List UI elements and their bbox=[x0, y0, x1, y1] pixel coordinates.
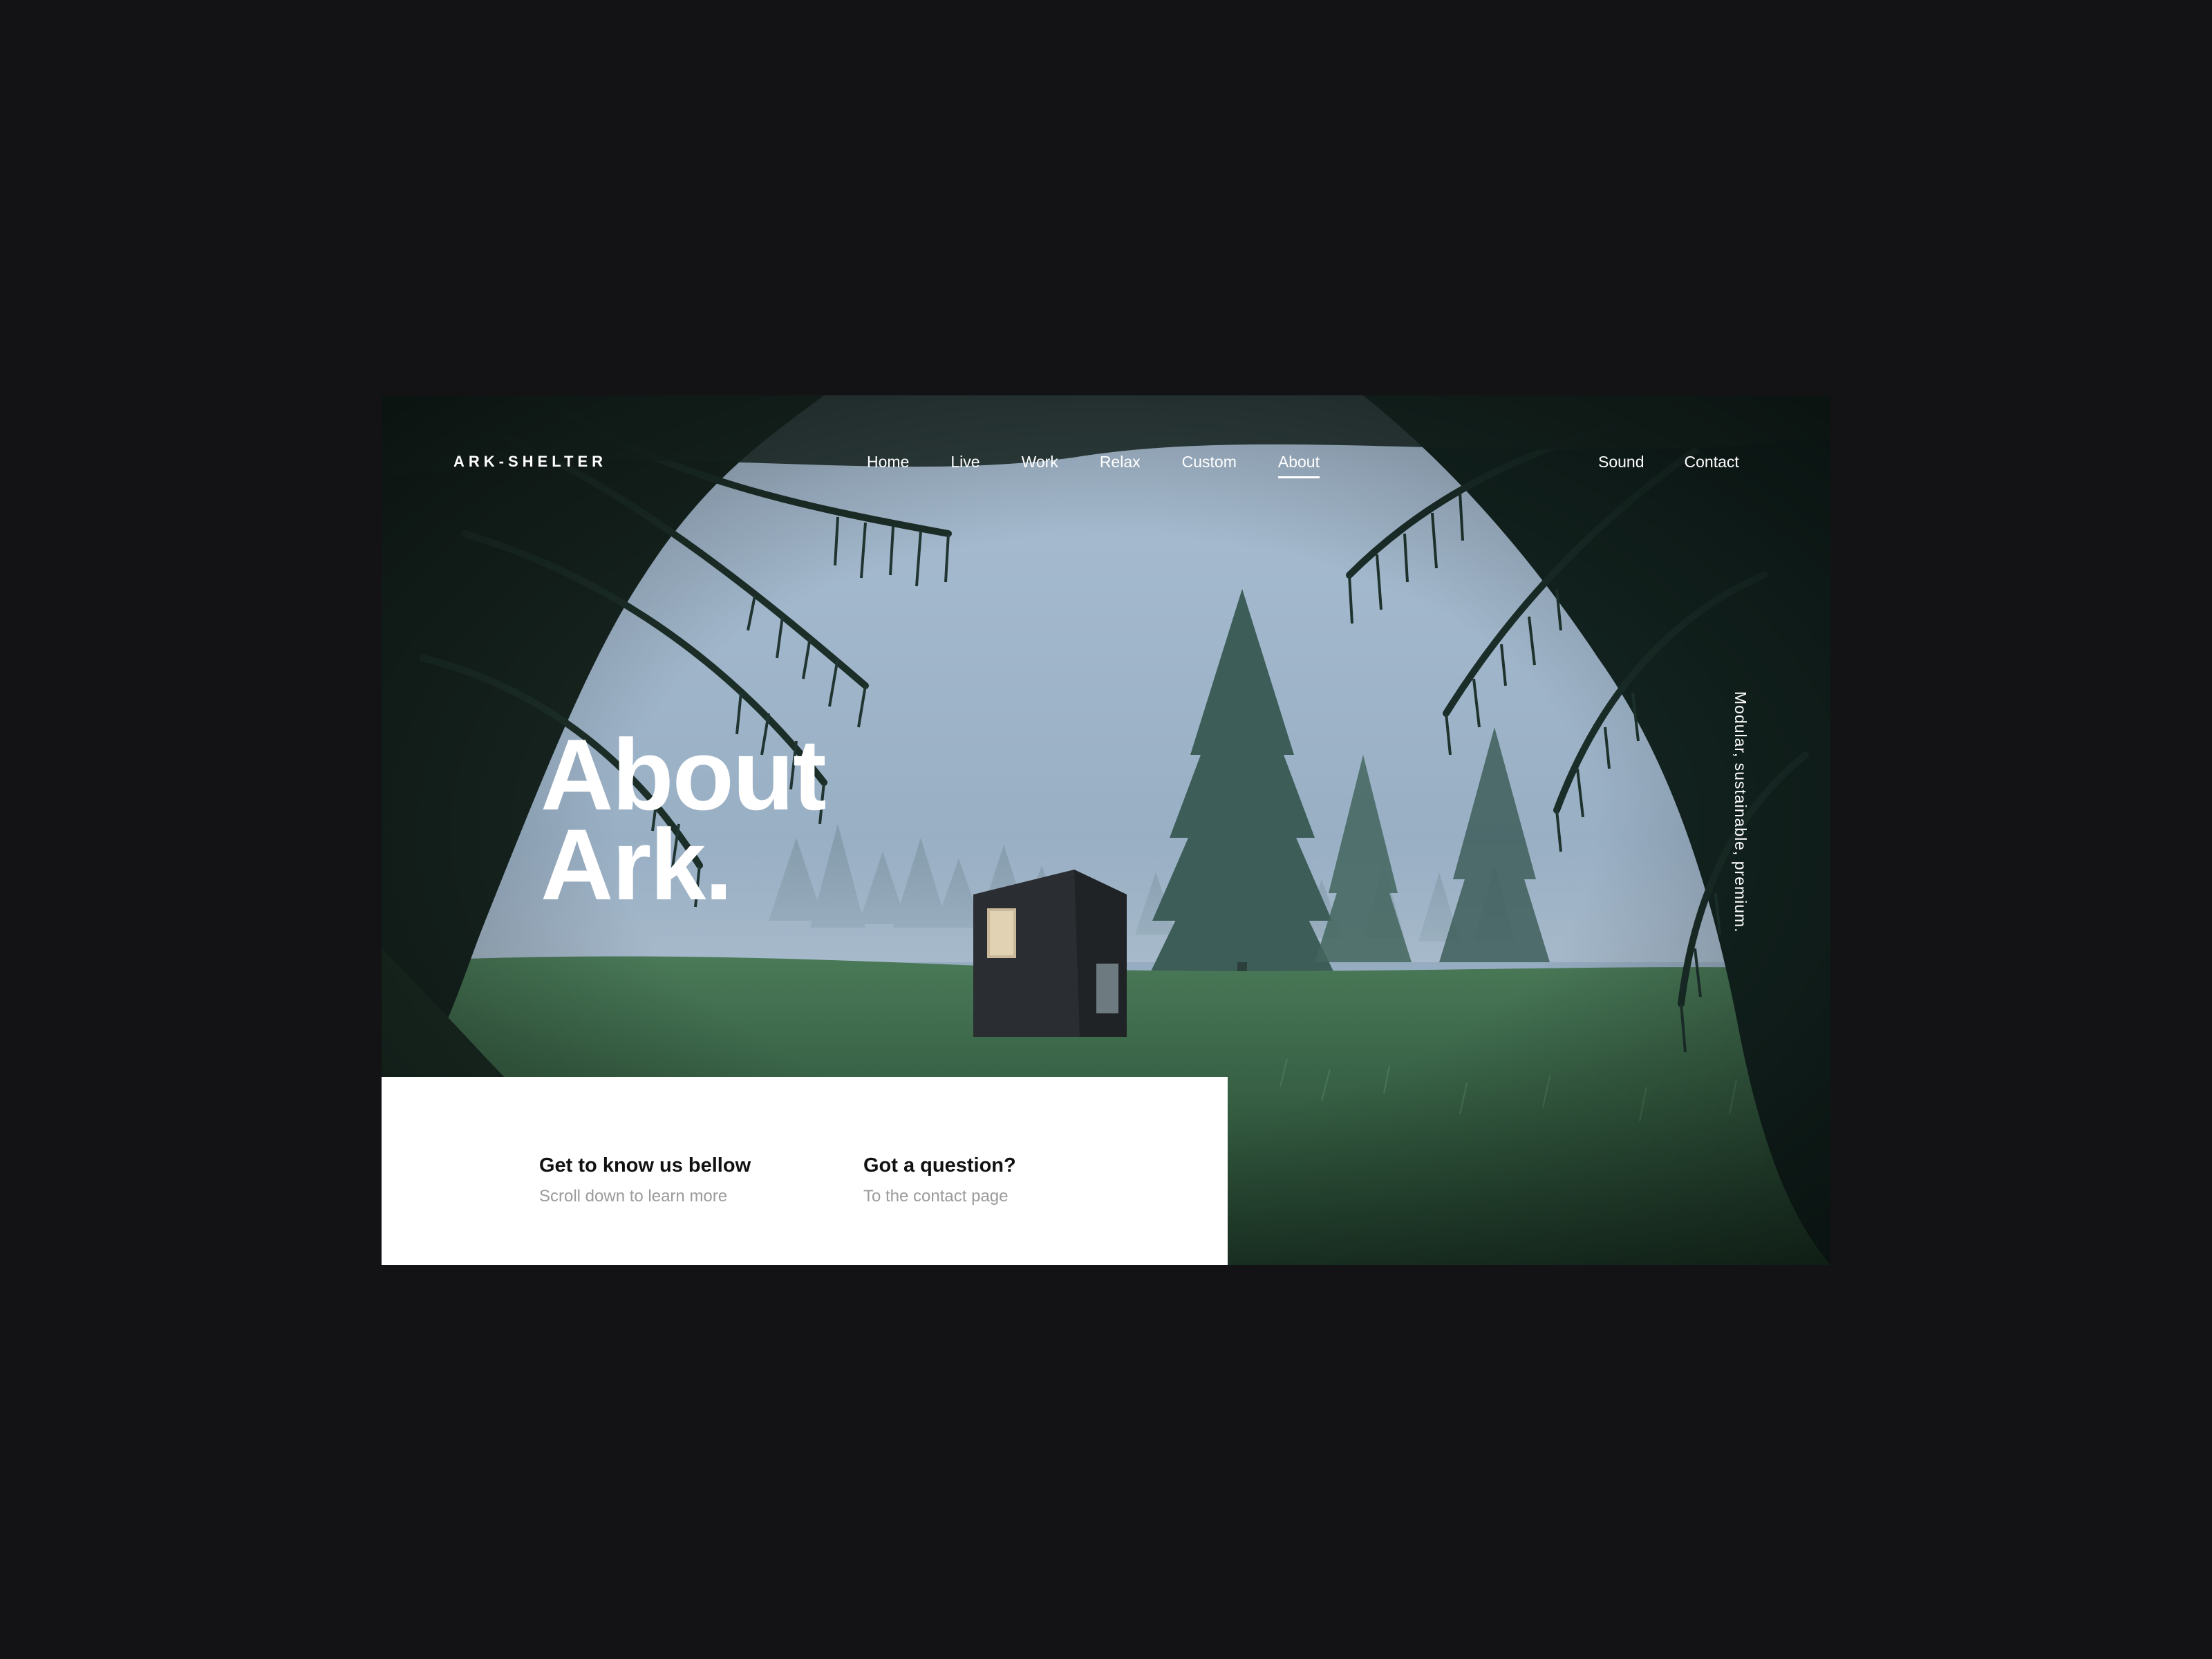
hero-frame: ARK-SHELTER Home Live Work Relax Custom … bbox=[382, 395, 1830, 1265]
intro-card: Get to know us bellow Scroll down to lea… bbox=[382, 1077, 1228, 1265]
nav-item-custom[interactable]: Custom bbox=[1182, 448, 1237, 476]
tagline-container: Modular, sustainable, premium. bbox=[1727, 691, 1754, 940]
vertical-tagline: Modular, sustainable, premium. bbox=[1732, 691, 1750, 933]
nav-item-relax[interactable]: Relax bbox=[1100, 448, 1141, 476]
nav-item-contact[interactable]: Contact bbox=[1685, 448, 1739, 476]
nav-item-about[interactable]: About bbox=[1277, 448, 1320, 478]
contact-page-link[interactable]: Got a question? To the contact page bbox=[863, 1153, 1016, 1207]
page-title-line-2: Ark. bbox=[541, 808, 733, 921]
page-title-line-1: About bbox=[541, 718, 827, 831]
nav-item-live[interactable]: Live bbox=[950, 448, 980, 476]
nav-item-work[interactable]: Work bbox=[1022, 448, 1058, 476]
nav-item-home[interactable]: Home bbox=[867, 448, 909, 476]
secondary-nav: Sound Contact bbox=[1598, 448, 1739, 476]
logo[interactable]: ARK-SHELTER bbox=[453, 451, 607, 473]
nav-item-sound[interactable]: Sound bbox=[1598, 448, 1644, 476]
card-item-subtitle: Scroll down to learn more bbox=[539, 1187, 728, 1206]
scroll-down-link[interactable]: Get to know us bellow Scroll down to lea… bbox=[539, 1153, 751, 1207]
card-item-title: Get to know us bellow bbox=[539, 1154, 751, 1177]
card-item-title: Got a question? bbox=[863, 1154, 1016, 1177]
card-item-subtitle: To the contact page bbox=[863, 1187, 1009, 1206]
page-title: About Ark. bbox=[541, 718, 827, 921]
main-nav: Home Live Work Relax Custom About bbox=[867, 448, 1320, 478]
